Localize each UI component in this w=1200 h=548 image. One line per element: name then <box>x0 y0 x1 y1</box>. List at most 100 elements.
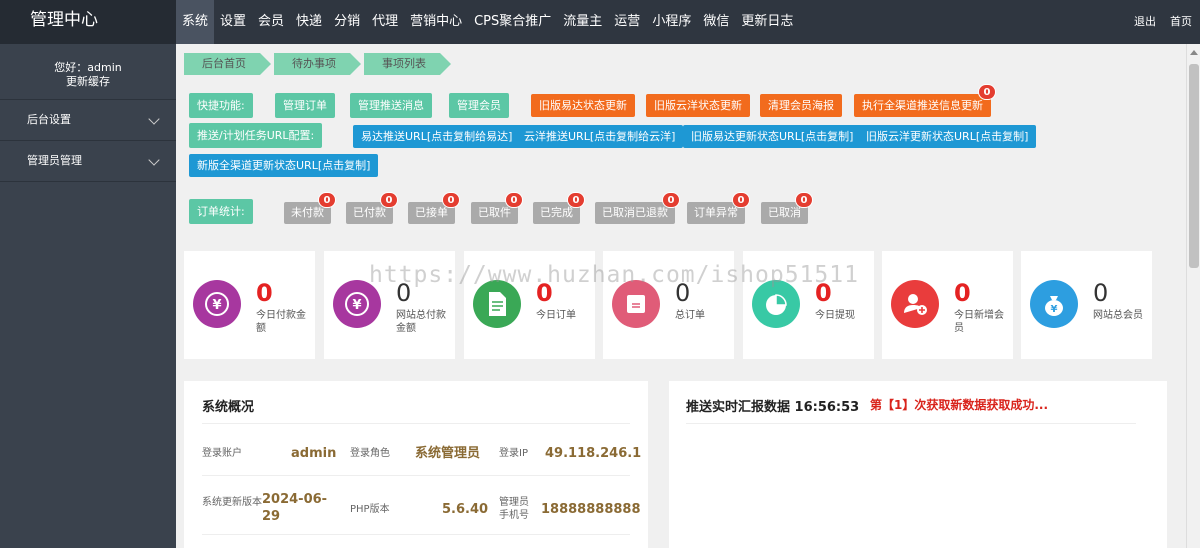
nav-item-express[interactable]: 快递 <box>290 0 328 44</box>
sidebar-item-admin-management[interactable]: 管理员管理 <box>0 141 176 182</box>
divider <box>202 534 630 535</box>
order-stat-label: 已取消 <box>768 206 801 219</box>
stat-label: 网站总付款金额 <box>396 310 446 334</box>
new-all-status-url-button[interactable]: 新版全渠道更新状态URL[点击复制] <box>189 154 379 177</box>
nav-item-marketing[interactable]: 营销中心 <box>404 0 468 44</box>
push-config-label: 推送/计划任务URL配置: <box>189 123 323 148</box>
count-badge: 0 <box>380 192 398 208</box>
count-badge: 0 <box>795 192 813 208</box>
svg-text:¥: ¥ <box>1051 304 1058 315</box>
nav-item-wechat[interactable]: 微信 <box>697 0 735 44</box>
old-yunyang-update-button[interactable]: 旧版云洋状态更新 <box>646 94 750 117</box>
sidebar-item-label: 管理员管理 <box>27 154 82 167</box>
nav-item-cps[interactable]: CPS聚合推广 <box>468 0 557 44</box>
update-version-label: 系统更新版本 <box>202 497 262 508</box>
exec-all-push-button[interactable]: 执行全渠道推送信息更新 0 <box>854 84 996 117</box>
breadcrumb-list[interactable]: 事项列表 <box>364 53 451 75</box>
breadcrumb-home[interactable]: 后台首页 <box>184 53 271 75</box>
manage-orders-button[interactable]: 管理订单 <box>275 93 335 118</box>
order-stat-label: 已接单 <box>415 206 448 219</box>
order-cancelled-refunded-button[interactable]: 已取消已退款 0 <box>595 192 680 224</box>
nav-item-traffic[interactable]: 流量主 <box>557 0 608 44</box>
count-badge: 0 <box>978 84 996 100</box>
yida-push-url-button[interactable]: 易达推送URL[点击复制给易达] <box>353 125 521 148</box>
order-stat-label: 已取消已退款 <box>602 206 668 219</box>
order-unpaid-button[interactable]: 未付款 0 <box>284 192 336 224</box>
money-bag-icon: ¥ <box>1030 280 1078 328</box>
divider <box>202 423 630 424</box>
role-value: 系统管理员 <box>415 446 481 461</box>
old-yunyang-status-url-button[interactable]: 旧版云洋更新状态URL[点击复制] <box>858 125 1037 148</box>
exec-all-push-label: 执行全渠道推送信息更新 <box>862 99 983 112</box>
old-yida-status-url-button[interactable]: 旧版易达更新状态URL[点击复制] <box>683 125 862 148</box>
order-stat-label: 未付款 <box>291 206 324 219</box>
manage-push-button[interactable]: 管理推送消息 <box>350 93 432 118</box>
order-accepted-button[interactable]: 已接单 0 <box>408 192 460 224</box>
stat-value: 0 <box>954 279 971 307</box>
order-completed-button[interactable]: 已完成 0 <box>533 192 585 224</box>
chevron-down-icon <box>148 154 160 166</box>
stat-card-today-new-members: 0 今日新增会员 <box>882 251 1013 359</box>
sidebar-item-backend-settings[interactable]: 后台设置 <box>0 100 176 141</box>
divider <box>686 423 1136 424</box>
count-badge: 0 <box>318 192 336 208</box>
order-stats-label: 订单统计: <box>189 199 253 224</box>
svg-text:¥: ¥ <box>212 298 221 313</box>
stat-card-today-payment: ¥ 0 今日付款金额 <box>184 251 315 359</box>
divider <box>202 475 630 476</box>
order-stat-label: 订单异常 <box>694 206 738 219</box>
count-badge: 0 <box>567 192 585 208</box>
order-picked-button[interactable]: 已取件 0 <box>471 192 523 224</box>
count-badge: 0 <box>442 192 460 208</box>
top-navbar: 管理中心 系统 设置 会员 快递 分销 代理 营销中心 CPS聚合推广 流量主 … <box>0 0 1200 44</box>
watermark-text: https://www.huzhan.com/ishop51511 <box>369 262 859 288</box>
nav-item-changelog[interactable]: 更新日志 <box>735 0 799 44</box>
main-nav: 系统 设置 会员 快递 分销 代理 营销中心 CPS聚合推广 流量主 运营 小程… <box>176 0 799 44</box>
add-user-icon <box>891 280 939 328</box>
count-badge: 0 <box>505 192 523 208</box>
old-yida-update-button[interactable]: 旧版易达状态更新 <box>531 94 635 117</box>
logout-link[interactable]: 退出 <box>1134 0 1156 44</box>
nav-item-system[interactable]: 系统 <box>176 0 215 44</box>
nav-item-miniprogram[interactable]: 小程序 <box>646 0 697 44</box>
breadcrumb-todo[interactable]: 待办事项 <box>274 53 361 75</box>
yunyang-push-url-button[interactable]: 云洋推送URL[点击复制给云洋] <box>516 125 684 148</box>
admin-phone-value: 18888888888 <box>541 502 641 517</box>
realtime-time: 16:56:53 <box>794 400 860 415</box>
panel-title: 系统概况 <box>202 400 255 415</box>
order-cancelled-button[interactable]: 已取消 0 <box>761 192 813 224</box>
quick-functions-label: 快捷功能: <box>189 93 253 118</box>
nav-item-operations[interactable]: 运营 <box>608 0 646 44</box>
sidebar: 您好：admin 更新缓存 后台设置 管理员管理 <box>0 44 176 548</box>
realtime-message: 第【1】次获取新数据获取成功... <box>870 398 1049 412</box>
scrollbar-thumb[interactable] <box>1189 64 1199 268</box>
scroll-up-arrow-icon[interactable] <box>1190 50 1198 55</box>
system-overview-panel: 系统概况 登录账户 admin 登录角色 系统管理员 登录IP 49.118.2… <box>184 381 648 548</box>
home-link[interactable]: 首页 <box>1170 0 1192 44</box>
role-label: 登录角色 <box>350 448 390 459</box>
stat-label: 今日新增会员 <box>954 310 1004 334</box>
account-value: admin <box>291 446 337 461</box>
ip-label: 登录IP <box>499 448 528 459</box>
app-title: 管理中心 <box>0 0 176 44</box>
manage-members-button[interactable]: 管理会员 <box>449 93 509 118</box>
nav-item-members[interactable]: 会员 <box>252 0 290 44</box>
main-content: 后台首页 待办事项 事项列表 快捷功能: 管理订单 管理推送消息 管理会员 旧版… <box>176 44 1186 548</box>
greeting-text: 您好：admin <box>54 61 122 74</box>
nav-item-distribution[interactable]: 分销 <box>328 0 366 44</box>
scrollbar[interactable] <box>1186 44 1200 548</box>
refresh-cache-link[interactable]: 更新缓存 <box>0 75 176 89</box>
ip-value: 49.118.246.1 <box>545 446 642 461</box>
clear-poster-button[interactable]: 清理会员海报 <box>760 94 842 117</box>
order-exception-button[interactable]: 订单异常 0 <box>687 192 750 224</box>
nav-item-settings[interactable]: 设置 <box>214 0 252 44</box>
stat-value: 0 <box>256 279 273 307</box>
order-paid-button[interactable]: 已付款 0 <box>346 192 398 224</box>
stat-label: 网站总会员 <box>1093 310 1143 321</box>
realtime-report-panel: 推送实时汇报数据 16:56:53 第【1】次获取新数据获取成功... <box>669 381 1167 548</box>
php-label: PHP版本 <box>350 504 390 515</box>
stat-label: 今日付款金额 <box>256 310 306 334</box>
yen-icon: ¥ <box>193 280 241 328</box>
nav-item-agent[interactable]: 代理 <box>366 0 404 44</box>
nav-right: 退出 首页 <box>1134 0 1192 44</box>
